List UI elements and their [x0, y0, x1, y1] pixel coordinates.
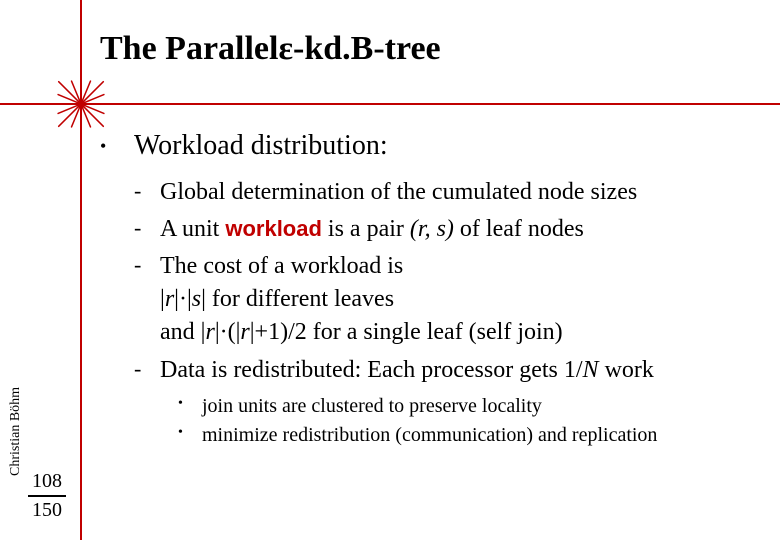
- bullet-text: Workload distribution:: [134, 130, 388, 162]
- title-post: -kd.B-tree: [293, 30, 441, 68]
- dash-icon: -: [134, 213, 160, 243]
- slide: The Parallel ε -kd.B-tree • Workload dis…: [0, 0, 780, 540]
- text-part: A unit: [160, 216, 225, 242]
- text-part: |·(|: [215, 319, 241, 345]
- page-total: 150: [28, 499, 66, 522]
- text-part: | for different leaves: [201, 286, 394, 312]
- bullet-level1: • Workload distribution:: [100, 130, 760, 162]
- text-part: Data is redistributed: Each processor ge…: [160, 357, 583, 383]
- dash-icon: -: [134, 354, 160, 384]
- vertical-rule: [80, 0, 82, 540]
- level2-list: - Global determination of the cumulated …: [134, 176, 760, 387]
- item-text: A unit workload is a pair (r, s) of leaf…: [160, 213, 584, 246]
- item-text: Data is redistributed: Each processor ge…: [160, 354, 654, 387]
- list-item: • join units are clustered to preserve l…: [178, 393, 760, 420]
- text-part: work: [599, 357, 654, 383]
- text-part: |·|: [174, 286, 192, 312]
- bullet-dot-icon: •: [100, 130, 134, 157]
- level3-list: • join units are clustered to preserve l…: [178, 393, 760, 449]
- workload-highlight: workload: [225, 216, 322, 241]
- var-r: r: [240, 319, 249, 345]
- var-r: r: [205, 319, 214, 345]
- list-item: - A unit workload is a pair (r, s) of le…: [134, 213, 760, 246]
- page-separator: [28, 495, 66, 497]
- item-text: join units are clustered to preserve loc…: [202, 393, 542, 420]
- var-n: N: [583, 357, 599, 383]
- text-part: and |: [160, 319, 205, 345]
- list-item: - Global determination of the cumulated …: [134, 176, 760, 209]
- pair-rs: (r, s): [410, 216, 454, 242]
- dot-icon: •: [178, 393, 202, 412]
- slide-title: The Parallel ε -kd.B-tree: [100, 30, 441, 68]
- author-label: Christian Böhm: [8, 387, 24, 476]
- text-part: is a pair: [322, 216, 410, 242]
- list-item: • minimize redistribution (communication…: [178, 422, 760, 449]
- list-item: - Data is redistributed: Each processor …: [134, 354, 760, 387]
- title-epsilon: ε: [278, 30, 293, 68]
- page-number: 108 150: [28, 470, 66, 522]
- list-item: - The cost of a workload is |r|·|s| for …: [134, 250, 760, 349]
- item-text: Global determination of the cumulated no…: [160, 176, 637, 209]
- content-area: • Workload distribution: - Global determ…: [100, 130, 760, 451]
- var-r: r: [165, 286, 174, 312]
- horizontal-rule: [0, 103, 780, 105]
- text-part: of leaf nodes: [454, 216, 584, 242]
- item-text: The cost of a workload is |r|·|s| for di…: [160, 250, 563, 349]
- item-text: minimize redistribution (communication) …: [202, 422, 657, 449]
- text-part: |+1)/2 for a single leaf (self join): [250, 319, 563, 345]
- var-s: s: [192, 286, 201, 312]
- dot-icon: •: [178, 422, 202, 441]
- dash-icon: -: [134, 250, 160, 280]
- title-pre: The Parallel: [100, 30, 278, 68]
- page-current: 108: [28, 470, 66, 493]
- dash-icon: -: [134, 176, 160, 206]
- text-line: The cost of a workload is: [160, 253, 403, 279]
